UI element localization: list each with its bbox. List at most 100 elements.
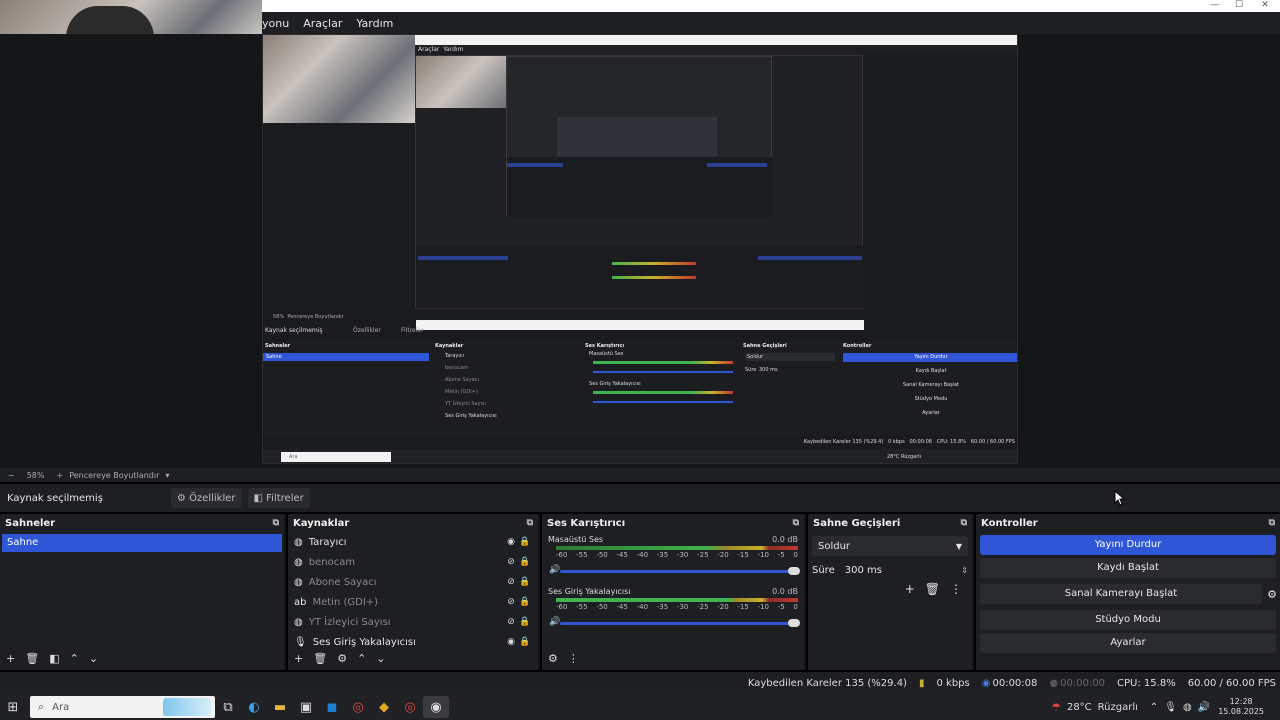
virtual-cam-button[interactable]: Sanal Kamerayı Başlat xyxy=(980,584,1262,604)
speaker-icon[interactable]: 🔊 xyxy=(549,565,560,575)
mixer-header: Ses Karıştırıcı ⧉ xyxy=(542,514,804,532)
volume-slider[interactable] xyxy=(560,619,800,627)
chrome-icon-2[interactable]: ◎ xyxy=(397,696,423,718)
source-row-1[interactable]: ◍ benocam ⊘ 🔒 xyxy=(288,552,538,572)
source-label: Abone Sayacı xyxy=(308,576,377,588)
eye-icon[interactable]: ◉ xyxy=(504,537,518,547)
nested-src-5: Ses Giriş Yakalayıcısı xyxy=(445,413,497,419)
undock-icon[interactable]: ⧉ xyxy=(961,518,967,528)
eye-hidden-icon[interactable]: ⊘ xyxy=(504,617,518,627)
chevron-up-icon[interactable]: ⌃ xyxy=(357,652,366,665)
more-icon[interactable]: ⋮ xyxy=(568,652,579,665)
tick: -10 xyxy=(757,551,769,559)
lock-icon[interactable]: 🔒 xyxy=(518,597,532,607)
mic-icon[interactable]: 🎙 xyxy=(1164,702,1177,713)
studio-mode-button[interactable]: Stüdyo Modu xyxy=(980,610,1276,630)
zoom-out-button[interactable]: − xyxy=(8,471,15,480)
settings-button[interactable]: Ayarlar xyxy=(980,633,1276,653)
zoom-in-button[interactable]: + xyxy=(56,471,63,480)
volume-slider[interactable] xyxy=(560,567,800,575)
source-row-0[interactable]: ◍ Tarayıcı ◉ 🔒 xyxy=(288,532,538,552)
volume-handle[interactable] xyxy=(788,567,800,575)
source-row-2[interactable]: ◍ Abone Sayacı ⊘ 🔒 xyxy=(288,572,538,592)
undock-icon[interactable]: ⧉ xyxy=(273,518,279,528)
lock-icon[interactable]: 🔒 xyxy=(518,577,532,587)
tick: -50 xyxy=(596,551,608,559)
undock-icon[interactable]: ⧉ xyxy=(527,518,533,528)
chevron-down-icon[interactable]: ⌄ xyxy=(376,652,385,665)
duration-input[interactable]: 300 ms xyxy=(845,565,962,576)
add-icon[interactable]: + xyxy=(6,652,15,665)
nested-weather: 28°C Rüzgarlı xyxy=(887,454,922,460)
windows-start-icon[interactable]: ⊞ xyxy=(0,696,26,718)
chevron-down-icon[interactable]: ⌄ xyxy=(89,652,98,665)
chevron-up-icon[interactable]: ⌃ xyxy=(70,652,79,665)
task-view-icon[interactable]: ⧉ xyxy=(215,696,241,718)
advanced-audio-icon[interactable]: ⚙ xyxy=(548,652,558,665)
app-icon[interactable]: ◆ xyxy=(371,696,397,718)
maximize-icon[interactable]: ☐ xyxy=(1232,0,1246,10)
stop-stream-button[interactable]: Yayını Durdur xyxy=(980,535,1276,555)
lock-icon[interactable]: 🔒 xyxy=(518,537,532,547)
source-row-3[interactable]: ab Metin (GDI+) ⊘ 🔒 xyxy=(288,592,538,612)
outlook-icon[interactable]: ◼ xyxy=(319,696,345,718)
trash-icon[interactable]: 🗑 xyxy=(25,652,39,665)
add-icon[interactable]: + xyxy=(294,652,303,665)
transition-select[interactable]: Soldur ▼ xyxy=(812,536,968,556)
undock-icon[interactable]: ⧉ xyxy=(1269,518,1275,528)
volume-handle[interactable] xyxy=(788,619,800,627)
add-icon[interactable]: + xyxy=(905,582,915,596)
trash-icon[interactable]: 🗑 xyxy=(925,582,940,596)
lock-icon[interactable]: 🔒 xyxy=(518,637,532,647)
mouse-cursor-icon xyxy=(1114,490,1126,506)
clock[interactable]: 12:28 15.08.2025 xyxy=(1218,697,1264,717)
eye-hidden-icon[interactable]: ⊘ xyxy=(504,557,518,567)
scene-item-sahne[interactable]: Sahne xyxy=(2,534,282,552)
menu-item-tools[interactable]: Araçlar xyxy=(303,17,342,30)
sources-dock: Kaynaklar ⧉ ◍ Tarayıcı ◉ 🔒 ◍ benocam ⊘ 🔒 ◍ Abon… xyxy=(288,514,540,670)
undock-icon[interactable]: ⧉ xyxy=(793,518,799,528)
menu-item-help[interactable]: Yardım xyxy=(356,17,393,30)
speaker-icon[interactable]: 🔊 xyxy=(549,617,560,627)
properties-button[interactable]: ⚙ Özellikler xyxy=(170,488,242,508)
lock-icon[interactable]: 🔒 xyxy=(518,557,532,567)
properties-label: Özellikler xyxy=(189,492,236,504)
cpu-usage: CPU: 15.8% xyxy=(1117,677,1176,689)
search-placeholder: Ara xyxy=(52,701,70,713)
store-icon[interactable]: ▣ xyxy=(293,696,319,718)
chrome-icon[interactable]: ◎ xyxy=(345,696,371,718)
edge-icon[interactable]: ◐ xyxy=(241,696,267,718)
taskbar-search[interactable]: ⌕ Ara xyxy=(30,696,215,718)
channel-name: Ses Giriş Yakalayıcısı xyxy=(548,587,631,596)
chevron-down-icon[interactable]: ▾ xyxy=(165,471,169,480)
more-icon[interactable]: ⋮ xyxy=(950,582,962,596)
eye-icon[interactable]: ◉ xyxy=(504,637,518,647)
nested-docks-2 xyxy=(507,157,773,217)
eye-hidden-icon[interactable]: ⊘ xyxy=(504,597,518,607)
volume-icon[interactable]: 🔊 xyxy=(1198,702,1210,713)
start-record-button[interactable]: Kaydı Başlat xyxy=(980,558,1276,578)
lock-icon[interactable]: 🔒 xyxy=(518,617,532,627)
gear-icon[interactable]: ⚙ xyxy=(1264,588,1280,601)
source-row-4[interactable]: ◍ YT İzleyici Sayısı ⊘ 🔒 xyxy=(288,612,538,632)
filter-icon[interactable]: ◧ xyxy=(49,652,59,665)
menu-item-view[interactable]: yonu xyxy=(262,17,289,30)
close-icon[interactable]: ✕ xyxy=(1258,0,1272,10)
source-row-5[interactable]: 🎙 Ses Giriş Yakalayıcısı ◉ 🔒 xyxy=(288,632,538,652)
obs-icon[interactable]: ◉ xyxy=(423,696,449,718)
tray-chevron-icon[interactable]: ⌃ xyxy=(1150,702,1158,713)
filters-button[interactable]: ◧ Filtreler xyxy=(247,488,310,508)
clock-time: 12:28 xyxy=(1229,697,1253,706)
minimize-icon[interactable]: — xyxy=(1208,0,1222,10)
trash-icon[interactable]: 🗑 xyxy=(313,652,327,665)
gear-icon[interactable]: ⚙ xyxy=(337,652,347,665)
nested-transition: Soldur xyxy=(745,353,835,361)
program-preview[interactable]: Araçlar Yardım 58% Pencereye Boyutlandır… xyxy=(262,34,1018,464)
network-icon[interactable]: ◍ xyxy=(1183,702,1192,713)
nested-meter-2 xyxy=(612,276,696,279)
fit-to-window[interactable]: Pencereye Boyutlandır xyxy=(69,471,159,480)
spinner-icon[interactable]: ⇕ xyxy=(961,566,968,575)
eye-hidden-icon[interactable]: ⊘ xyxy=(504,577,518,587)
nested-status: Kaynak seçilmemiş xyxy=(265,327,323,334)
file-explorer-icon[interactable]: ▬ xyxy=(267,696,293,718)
